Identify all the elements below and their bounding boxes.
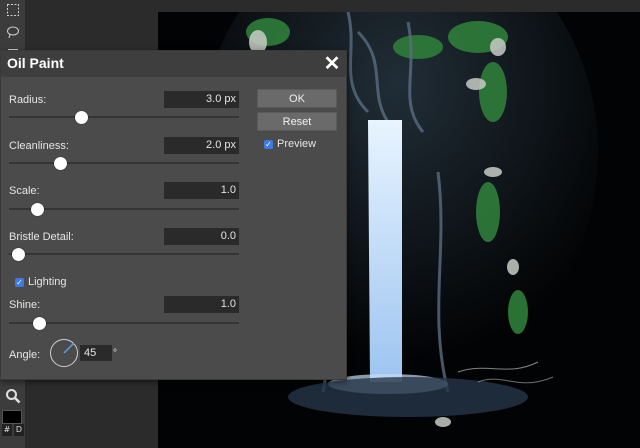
bristle-detail-slider-thumb[interactable]	[12, 248, 25, 261]
angle-dial[interactable]	[50, 339, 78, 367]
radius-slider-thumb[interactable]	[75, 111, 88, 124]
ok-button[interactable]: OK	[257, 89, 337, 108]
cleanliness-slider-track[interactable]	[9, 162, 239, 164]
cleanliness-label: Cleanliness:	[9, 140, 69, 152]
bristle-detail-slider-track[interactable]	[9, 253, 239, 255]
cleanliness-slider-thumb[interactable]	[54, 157, 67, 170]
radius-input[interactable]: 3.0 px	[164, 91, 239, 108]
marquee-tool-icon[interactable]	[2, 0, 23, 20]
scale-label: Scale:	[9, 185, 40, 197]
bristle-detail-input[interactable]: 0.0	[164, 228, 239, 245]
scale-slider-thumb[interactable]	[31, 203, 44, 216]
swap-colors-icon[interactable]: #	[2, 424, 12, 436]
radius-slider-track[interactable]	[9, 116, 239, 118]
zoom-tool-icon[interactable]	[2, 386, 23, 406]
lighting-label[interactable]: Lighting	[28, 276, 67, 288]
shine-label: Shine:	[9, 299, 41, 311]
oil-paint-dialog: Oil Paint ✕ Radius: 3.0 px Cleanliness: …	[0, 50, 347, 380]
cleanliness-input[interactable]: 2.0 px	[164, 137, 239, 154]
default-colors-icon[interactable]: D	[14, 424, 24, 436]
preview-checkbox[interactable]: ✓	[264, 140, 273, 149]
scale-input[interactable]: 1.0	[164, 182, 239, 199]
lighting-checkbox[interactable]: ✓	[15, 278, 24, 287]
reset-button[interactable]: Reset	[257, 112, 337, 131]
angle-label: Angle:	[9, 349, 41, 361]
angle-unit: °	[113, 348, 117, 359]
shine-slider-thumb[interactable]	[33, 317, 46, 330]
bristle-detail-label: Bristle Detail:	[9, 231, 74, 243]
preview-label[interactable]: Preview	[277, 138, 316, 150]
radius-label: Radius:	[9, 94, 47, 106]
shine-input[interactable]: 1.0	[164, 296, 239, 313]
angle-input[interactable]: 45	[80, 345, 112, 361]
close-icon[interactable]: ✕	[322, 53, 342, 75]
dialog-header[interactable]: Oil Paint ✕	[1, 51, 346, 77]
foreground-color-swatch[interactable]	[2, 410, 22, 424]
lasso-tool-icon[interactable]	[2, 22, 23, 42]
dialog-title: Oil Paint	[7, 55, 64, 71]
